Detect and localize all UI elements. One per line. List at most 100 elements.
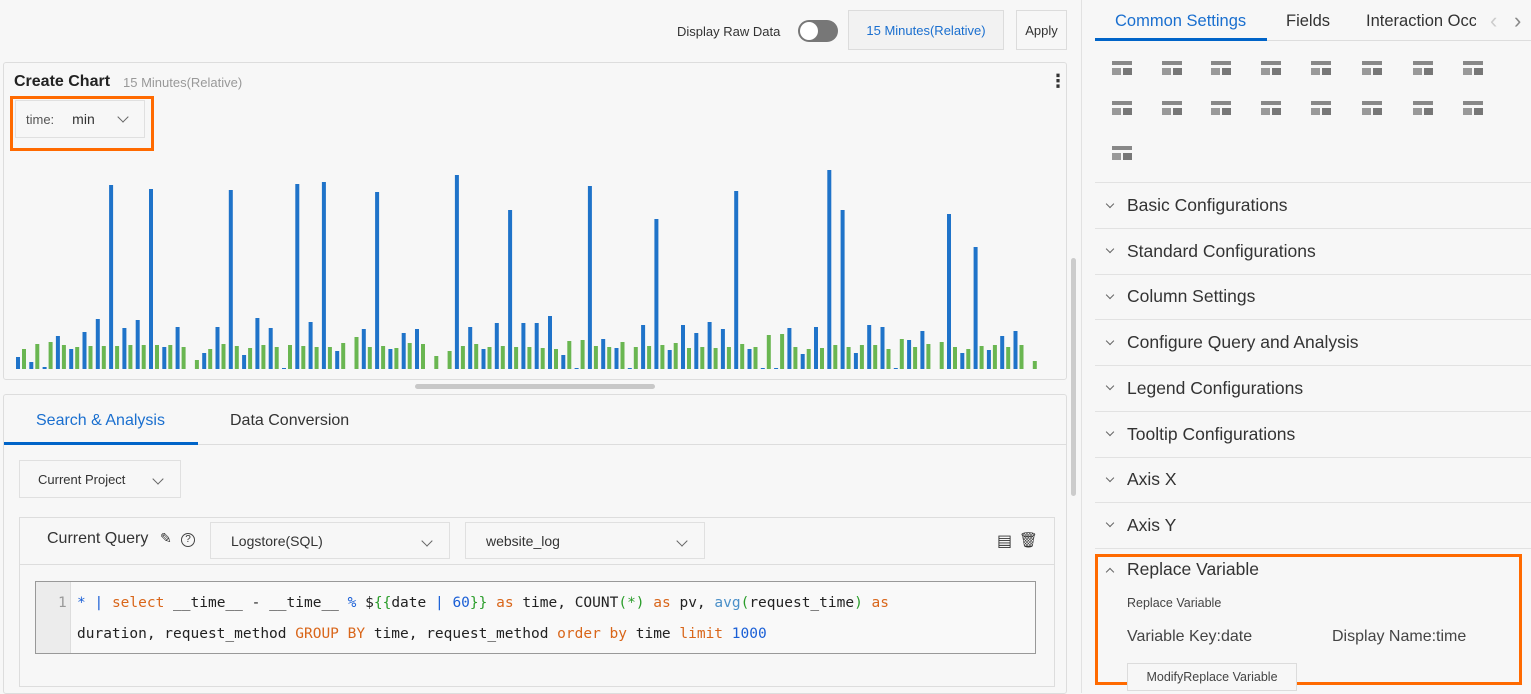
section-axis-y[interactable]: Axis Y: [1095, 503, 1531, 549]
series-1-bar: [494, 323, 499, 369]
query-token: as: [487, 595, 523, 611]
series-2-bar: [314, 347, 319, 369]
series-2-bar: [88, 346, 93, 369]
section-label: Axis X: [1127, 469, 1177, 490]
section-axis-x[interactable]: Axis X: [1095, 457, 1531, 504]
tab-fields[interactable]: Fields: [1286, 12, 1330, 31]
query-token: *: [77, 595, 95, 611]
logstore-value: website_log: [486, 532, 560, 549]
chevron-down-icon: [421, 534, 433, 547]
tab-common-settings[interactable]: Common Settings: [1115, 12, 1246, 31]
table-icon[interactable]: [1258, 96, 1284, 118]
query-token: avg: [714, 595, 741, 611]
section-tooltip-configurations[interactable]: Tooltip Configurations: [1095, 412, 1531, 458]
series-1-bar: [215, 327, 220, 369]
series-2-bar: [208, 349, 213, 369]
series-2-bar: [487, 347, 492, 369]
edit-icon[interactable]: ✎: [160, 530, 172, 547]
replace-variable-header[interactable]: Replace Variable: [1105, 559, 1259, 580]
series-1-bar: [335, 351, 340, 369]
scrollbar[interactable]: [1071, 258, 1076, 496]
time-range-button[interactable]: 15 Minutes(Relative): [848, 10, 1004, 50]
project-select[interactable]: Current Project: [19, 460, 181, 498]
query-token: 1000: [731, 626, 767, 642]
section-legend-configurations[interactable]: Legend Configurations: [1095, 366, 1531, 412]
series-1-bar: [1000, 336, 1005, 369]
time-variable-label: time:: [26, 111, 55, 127]
series-2-bar: [766, 335, 771, 369]
series-1-bar: [29, 362, 34, 369]
series-2-bar: [660, 345, 665, 369]
series-2-bar: [434, 356, 439, 369]
raw-data-toggle[interactable]: [798, 20, 838, 42]
series-1-bar: [694, 333, 699, 369]
section-configure-query-and-analysis[interactable]: Configure Query and Analysis: [1095, 320, 1531, 367]
tab-interaction[interactable]: Interaction Occ: [1366, 12, 1476, 31]
series-1-bar: [162, 347, 167, 369]
copy-icon[interactable]: ▤: [997, 531, 1012, 551]
series-2-bar: [421, 344, 425, 369]
chevron-down-icon: [117, 110, 129, 123]
number-chart-icon[interactable]: [1109, 56, 1135, 78]
query-divider: [20, 564, 1054, 565]
line-number: 1: [58, 595, 67, 611]
tab-search-analysis[interactable]: Search & Analysis: [36, 412, 165, 430]
series-1-bar: [561, 355, 566, 369]
logstore-select[interactable]: website_log: [465, 522, 705, 559]
query-token: duration, request_method: [77, 626, 296, 642]
modify-replace-variable-button[interactable]: ModifyReplace Variable: [1127, 663, 1297, 691]
series-1-bar: [202, 353, 207, 369]
section-column-settings[interactable]: Column Settings: [1095, 274, 1531, 321]
tree-icon[interactable]: [1308, 96, 1334, 118]
chevron-left-icon[interactable]: ‹: [1490, 8, 1497, 34]
series-1-bar: [867, 325, 872, 369]
query-token: ): [854, 595, 863, 611]
series-1-bar: [947, 214, 951, 369]
word-cloud-icon[interactable]: [1410, 56, 1436, 78]
apply-button[interactable]: Apply: [1016, 10, 1067, 50]
delete-icon[interactable]: 🗑: [1019, 531, 1038, 549]
scatter-chart-icon[interactable]: [1460, 96, 1486, 118]
sankey-icon[interactable]: [1359, 56, 1385, 78]
flow-chart-icon[interactable]: [1208, 56, 1234, 78]
help-icon[interactable]: ?: [181, 533, 195, 547]
query-token: as: [862, 595, 890, 611]
series-2-bar: [61, 345, 66, 369]
section-basic-configurations[interactable]: Basic Configurations: [1095, 183, 1531, 229]
series-2-bar: [607, 347, 612, 369]
progress-bar-icon[interactable]: [1159, 56, 1185, 78]
query-token: %: [347, 595, 366, 611]
query-line-1: * | select __time__ - __time__ % ${{date…: [77, 588, 889, 619]
display-name: Display Name:time: [1332, 628, 1467, 645]
series-2-bar: [194, 360, 199, 369]
series-1-bar: [920, 331, 925, 369]
series-1-bar: [508, 210, 513, 369]
time-variable-select[interactable]: time: min: [15, 100, 145, 138]
series-2-bar: [899, 339, 904, 369]
chevron-right-icon[interactable]: ›: [1514, 8, 1521, 34]
china-map-icon[interactable]: [1359, 96, 1385, 118]
map-icon[interactable]: [1258, 56, 1284, 78]
column-chart-icon[interactable]: [1159, 96, 1185, 118]
amap-icon[interactable]: [1308, 56, 1334, 78]
location-map-icon[interactable]: [1410, 96, 1436, 118]
resize-handle[interactable]: [415, 384, 655, 389]
series-1-bar: [760, 368, 765, 369]
series-1-bar: [521, 323, 526, 369]
funnel-icon[interactable]: [1109, 96, 1135, 118]
series-2-bar: [234, 346, 239, 369]
section-standard-configurations[interactable]: Standard Configurations: [1095, 229, 1531, 275]
series-2-bar: [713, 348, 718, 369]
series-1-bar: [654, 219, 659, 369]
tab-data-conversion[interactable]: Data Conversion: [230, 412, 349, 430]
series-2-bar: [115, 346, 120, 369]
histogram-icon[interactable]: [1208, 96, 1234, 118]
series-2-bar: [460, 346, 465, 369]
store-type-select[interactable]: Logstore(SQL): [210, 522, 450, 559]
query-editor[interactable]: 1 * | select __time__ - __time__ % ${{da…: [35, 581, 1036, 654]
section-label: Basic Configurations: [1127, 195, 1288, 215]
more-menu-icon[interactable]: ⋮: [1049, 72, 1067, 90]
series-1-bar: [534, 323, 539, 369]
treemap-icon[interactable]: [1460, 56, 1486, 78]
series-2-bar: [22, 349, 26, 369]
